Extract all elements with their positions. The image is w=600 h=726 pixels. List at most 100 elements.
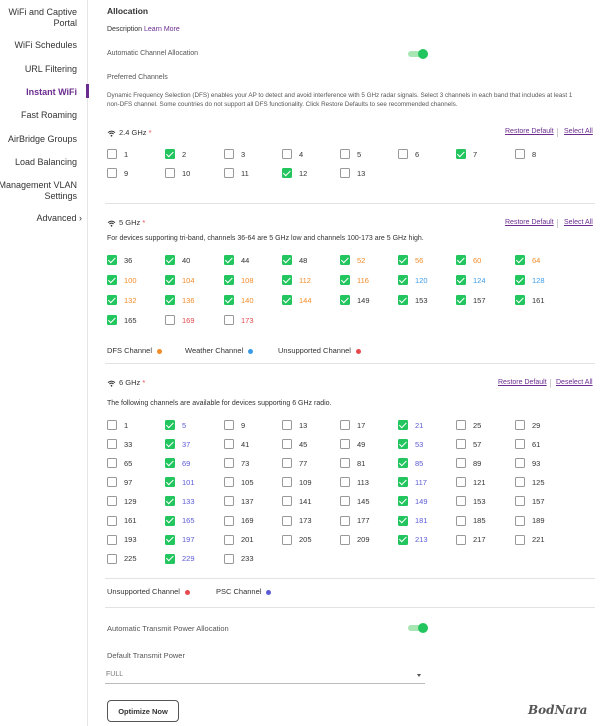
channel-checkbox[interactable]: 25 — [456, 419, 481, 431]
sidebar-item-url-filtering[interactable]: URL Filtering — [25, 64, 77, 75]
channel-checkbox[interactable]: 201 — [224, 534, 254, 546]
channel-checkbox[interactable]: 157 — [456, 294, 486, 306]
channel-checkbox[interactable]: 7 — [456, 148, 477, 160]
channel-checkbox[interactable]: 73 — [224, 457, 249, 469]
channel-checkbox[interactable]: 153 — [456, 495, 486, 507]
channel-checkbox[interactable]: 1 — [107, 148, 128, 160]
channel-checkbox[interactable]: 9 — [107, 167, 128, 179]
channel-checkbox[interactable]: 60 — [456, 254, 481, 266]
channel-checkbox[interactable]: 225 — [107, 553, 137, 565]
sidebar-item-advanced[interactable]: Advanced › — [36, 213, 82, 224]
channel-checkbox[interactable]: 13 — [282, 419, 307, 431]
sidebar-item-management-vlan[interactable]: Management VLAN Settings — [0, 180, 77, 202]
channel-checkbox[interactable]: 145 — [340, 495, 370, 507]
channel-checkbox[interactable]: 93 — [515, 457, 540, 469]
auto-power-toggle[interactable] — [408, 623, 428, 633]
channel-checkbox[interactable]: 181 — [398, 515, 428, 527]
channel-checkbox[interactable]: 53 — [398, 438, 423, 450]
channel-checkbox[interactable]: 29 — [515, 419, 540, 431]
channel-checkbox[interactable]: 57 — [456, 438, 481, 450]
channel-checkbox[interactable]: 113 — [340, 476, 369, 488]
channel-checkbox[interactable]: 85 — [398, 457, 423, 469]
channel-checkbox[interactable]: 140 — [224, 294, 254, 306]
channel-checkbox[interactable]: 36 — [107, 254, 132, 266]
channel-checkbox[interactable]: 101 — [165, 476, 195, 488]
channel-checkbox[interactable]: 149 — [340, 294, 370, 306]
channel-checkbox[interactable]: 12 — [282, 167, 307, 179]
learn-more-link[interactable]: Learn More — [144, 26, 180, 33]
channel-checkbox[interactable]: 104 — [165, 274, 195, 286]
channel-checkbox[interactable]: 11 — [224, 167, 249, 179]
channel-checkbox[interactable]: 161 — [515, 294, 545, 306]
channel-checkbox[interactable]: 33 — [107, 438, 132, 450]
channel-checkbox[interactable]: 64 — [515, 254, 540, 266]
channel-checkbox[interactable]: 221 — [515, 534, 545, 546]
channel-checkbox[interactable]: 109 — [282, 476, 312, 488]
band-24-select-all[interactable]: Select All — [564, 128, 593, 135]
sidebar-item-wifi-captive-portal[interactable]: WiFi and Captive Portal — [0, 7, 77, 29]
transmit-power-select[interactable]: FULL — [105, 666, 425, 684]
channel-checkbox[interactable]: 185 — [456, 515, 486, 527]
optimize-now-button[interactable]: Optimize Now — [107, 700, 179, 722]
channel-checkbox[interactable]: 100 — [107, 274, 137, 286]
channel-checkbox[interactable]: 124 — [456, 274, 486, 286]
channel-checkbox[interactable]: 133 — [165, 495, 195, 507]
channel-checkbox[interactable]: 44 — [224, 254, 249, 266]
channel-checkbox[interactable]: 1 — [107, 419, 128, 431]
channel-checkbox[interactable]: 233 — [224, 553, 254, 565]
channel-checkbox[interactable]: 52 — [340, 254, 365, 266]
channel-checkbox[interactable]: 48 — [282, 254, 307, 266]
channel-checkbox[interactable]: 136 — [165, 294, 195, 306]
channel-checkbox[interactable]: 165 — [107, 314, 137, 326]
channel-checkbox[interactable]: 56 — [398, 254, 423, 266]
channel-checkbox[interactable]: 161 — [107, 515, 137, 527]
channel-checkbox[interactable]: 5 — [165, 419, 186, 431]
channel-checkbox[interactable]: 8 — [515, 148, 536, 160]
channel-checkbox[interactable]: 169 — [224, 515, 254, 527]
channel-checkbox[interactable]: 9 — [224, 419, 245, 431]
channel-checkbox[interactable]: 129 — [107, 495, 137, 507]
channel-checkbox[interactable]: 77 — [282, 457, 307, 469]
channel-checkbox[interactable]: 197 — [165, 534, 195, 546]
channel-checkbox[interactable]: 108 — [224, 274, 254, 286]
channel-checkbox[interactable]: 5 — [340, 148, 361, 160]
channel-checkbox[interactable]: 169 — [165, 314, 195, 326]
channel-checkbox[interactable]: 45 — [282, 438, 307, 450]
channel-checkbox[interactable]: 157 — [515, 495, 545, 507]
channel-checkbox[interactable]: 97 — [107, 476, 132, 488]
auto-channel-toggle[interactable] — [408, 49, 428, 59]
channel-checkbox[interactable]: 40 — [165, 254, 190, 266]
channel-checkbox[interactable]: 209 — [340, 534, 370, 546]
channel-checkbox[interactable]: 128 — [515, 274, 545, 286]
channel-checkbox[interactable]: 13 — [340, 167, 365, 179]
channel-checkbox[interactable]: 65 — [107, 457, 132, 469]
channel-checkbox[interactable]: 81 — [340, 457, 365, 469]
channel-checkbox[interactable]: 125 — [515, 476, 545, 488]
channel-checkbox[interactable]: 89 — [456, 457, 481, 469]
channel-checkbox[interactable]: 193 — [107, 534, 137, 546]
channel-checkbox[interactable]: 120 — [398, 274, 428, 286]
band-6-restore-default[interactable]: Restore Default — [498, 379, 547, 386]
channel-checkbox[interactable]: 205 — [282, 534, 312, 546]
channel-checkbox[interactable]: 6 — [398, 148, 419, 160]
sidebar-item-airbridge-groups[interactable]: AirBridge Groups — [8, 134, 77, 145]
channel-checkbox[interactable]: 49 — [340, 438, 365, 450]
channel-checkbox[interactable]: 153 — [398, 294, 428, 306]
channel-checkbox[interactable]: 21 — [398, 419, 423, 431]
channel-checkbox[interactable]: 173 — [282, 515, 312, 527]
band-6-deselect-all[interactable]: Deselect All — [556, 379, 593, 386]
channel-checkbox[interactable]: 37 — [165, 438, 190, 450]
channel-checkbox[interactable]: 141 — [282, 495, 312, 507]
channel-checkbox[interactable]: 149 — [398, 495, 428, 507]
channel-checkbox[interactable]: 189 — [515, 515, 545, 527]
channel-checkbox[interactable]: 229 — [165, 553, 195, 565]
band-24-restore-default[interactable]: Restore Default — [505, 128, 554, 135]
channel-checkbox[interactable]: 69 — [165, 457, 190, 469]
channel-checkbox[interactable]: 213 — [398, 534, 428, 546]
channel-checkbox[interactable]: 173 — [224, 314, 254, 326]
channel-checkbox[interactable]: 121 — [456, 476, 486, 488]
channel-checkbox[interactable]: 17 — [340, 419, 365, 431]
channel-checkbox[interactable]: 177 — [340, 515, 370, 527]
channel-checkbox[interactable]: 41 — [224, 438, 249, 450]
channel-checkbox[interactable]: 105 — [224, 476, 254, 488]
